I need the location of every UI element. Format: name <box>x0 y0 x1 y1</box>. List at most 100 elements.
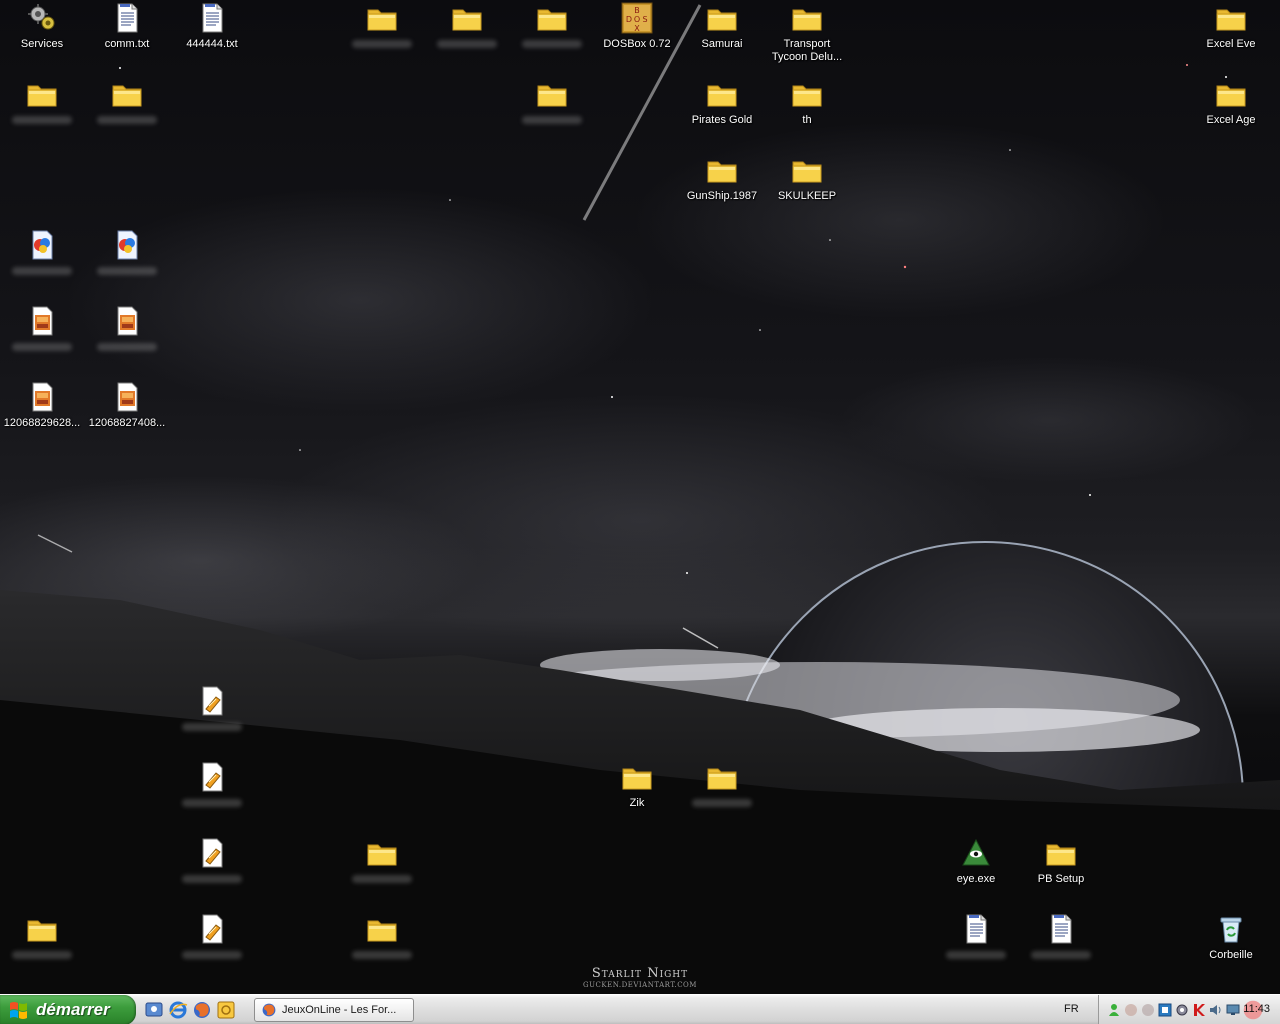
eye-pyramid-icon <box>960 837 992 869</box>
desktop-icon-transport-tycoon[interactable]: Transport Tycoon Delu... <box>765 2 849 64</box>
desktop-icon-text-blurred[interactable] <box>1019 913 1103 959</box>
media-player-icon[interactable] <box>216 1000 236 1020</box>
folder-icon <box>111 78 143 110</box>
messenger-icon[interactable] <box>1107 1003 1121 1017</box>
desktop-icon-folder-blurred[interactable] <box>510 2 594 48</box>
antivirus-icon[interactable] <box>1192 1003 1206 1017</box>
desktop-icon-ticket-blurred[interactable] <box>170 761 254 807</box>
desktop-icon-image-1[interactable]: 12068829628... <box>0 381 84 430</box>
shortcut-file-icon <box>196 685 228 717</box>
desktop-icon-recycle-bin[interactable]: Corbeille <box>1189 913 1273 962</box>
desktop-icon-folder-blurred[interactable] <box>680 761 764 807</box>
settings-gear-icon[interactable] <box>1175 1003 1189 1017</box>
desktop-icon-zik[interactable]: Zik <box>595 761 679 810</box>
recycle-bin-icon <box>1215 913 1247 945</box>
blurred-label <box>97 267 157 275</box>
desktop-icon-ticket-blurred[interactable] <box>170 837 254 883</box>
desktop-icon-folder-blurred[interactable] <box>510 78 594 124</box>
image-file-icon <box>111 305 143 337</box>
folder-icon <box>26 78 58 110</box>
desktop-icon-folder-blurred[interactable] <box>340 2 424 48</box>
shortcut-file-icon <box>196 761 228 793</box>
dosbox-icon-letter: X <box>634 24 640 33</box>
desktop-icon-folder-blurred[interactable] <box>340 913 424 959</box>
desktop-icon-skulkeep[interactable]: SKULKEEP <box>765 154 849 203</box>
folder-icon <box>791 78 823 110</box>
display-icon[interactable] <box>1226 1003 1240 1017</box>
network-icon[interactable] <box>1158 1003 1172 1017</box>
desktop-icon-text-blurred[interactable] <box>934 913 1018 959</box>
start-button[interactable]: démarrer <box>0 995 136 1024</box>
desktop-icon-excel-age[interactable]: Excel Age <box>1189 78 1273 127</box>
quick-launch-bar <box>144 1000 236 1020</box>
media-file-icon <box>26 229 58 261</box>
text-file-icon <box>111 2 143 34</box>
folder-icon <box>706 2 738 34</box>
folder-icon <box>791 2 823 34</box>
dosbox-icon-letter: S <box>642 15 647 24</box>
folder-icon <box>366 913 398 945</box>
folder-icon <box>1215 2 1247 34</box>
desktop-icon-folder-blurred[interactable] <box>425 2 509 48</box>
blurred-tray-icon[interactable] <box>1124 1003 1138 1017</box>
desktop-icon-media-blurred[interactable] <box>85 229 169 275</box>
desktop-icon-pirates-gold[interactable]: Pirates Gold <box>680 78 764 127</box>
folder-icon <box>706 761 738 793</box>
folder-icon <box>451 2 483 34</box>
desktop-icon-folder-blurred[interactable] <box>0 78 84 124</box>
folder-icon <box>706 154 738 186</box>
folder-icon <box>536 78 568 110</box>
desktop-icon-image-blurred[interactable] <box>0 305 84 351</box>
image-file-icon <box>26 381 58 413</box>
blurred-label <box>352 951 412 959</box>
blurred-label <box>12 116 72 124</box>
dosbox-icon: B D O S X <box>621 2 653 34</box>
blurred-label <box>1031 951 1091 959</box>
folder-icon <box>1215 78 1247 110</box>
shortcut-file-icon <box>196 837 228 869</box>
blurred-label <box>182 799 242 807</box>
firefox-icon[interactable] <box>192 1000 212 1020</box>
folder-icon <box>26 913 58 945</box>
blurred-label <box>12 267 72 275</box>
desktop-icon-folder-blurred[interactable] <box>340 837 424 883</box>
dosbox-icon-letter: O <box>634 15 640 24</box>
services-icon <box>26 2 58 34</box>
blurred-label <box>182 951 242 959</box>
blurred-label <box>522 116 582 124</box>
desktop-icon-services[interactable]: Services <box>0 2 84 51</box>
media-file-icon <box>111 229 143 261</box>
wallpaper-title: Starlit Night <box>591 966 689 981</box>
desktop-icon-th[interactable]: th <box>765 78 849 127</box>
show-desktop-icon[interactable] <box>144 1000 164 1020</box>
clock[interactable]: 11:43 <box>1243 1003 1270 1015</box>
desktop-icon-444444-txt[interactable]: 444444.txt <box>170 2 254 51</box>
dosbox-icon-letter: B <box>634 6 640 15</box>
desktop-icon-eye-exe[interactable]: eye.exe <box>934 837 1018 886</box>
text-file-icon <box>960 913 992 945</box>
desktop-icon-folder-blurred[interactable] <box>85 78 169 124</box>
taskbar-window-button[interactable]: JeuxOnLine - Les For... <box>254 998 414 1022</box>
desktop-icon-ticket-blurred[interactable] <box>170 913 254 959</box>
desktop-icon-dosbox[interactable]: B D O S X DOSBox 0.72 <box>595 2 679 51</box>
folder-icon <box>366 2 398 34</box>
language-indicator[interactable]: FR <box>1064 1003 1079 1015</box>
desktop-icon-folder-blurred[interactable] <box>0 913 84 959</box>
desktop-icon-ticket-blurred[interactable] <box>170 685 254 731</box>
desktop-icon-image-2[interactable]: 12068827408... <box>85 381 169 430</box>
desktop-icon-image-blurred[interactable] <box>85 305 169 351</box>
desktop-icon-pb-setup[interactable]: PB Setup <box>1019 837 1103 886</box>
desktop-icon-excel-eve[interactable]: Excel Eve <box>1189 2 1273 51</box>
blurred-label <box>352 40 412 48</box>
volume-icon[interactable] <box>1209 1003 1223 1017</box>
blurred-label <box>352 875 412 883</box>
desktop-icon-samurai[interactable]: Samurai <box>680 2 764 51</box>
blurred-tray-icon[interactable] <box>1141 1003 1155 1017</box>
internet-explorer-icon[interactable] <box>168 1000 188 1020</box>
desktop-icon-comm-txt[interactable]: comm.txt <box>85 2 169 51</box>
desktop-icon-media-blurred[interactable] <box>0 229 84 275</box>
taskbar-window-title: JeuxOnLine - Les For... <box>282 1004 397 1016</box>
shortcut-file-icon <box>196 913 228 945</box>
desktop-icon-gunship[interactable]: GunShip.1987 <box>680 154 764 203</box>
blurred-label <box>946 951 1006 959</box>
